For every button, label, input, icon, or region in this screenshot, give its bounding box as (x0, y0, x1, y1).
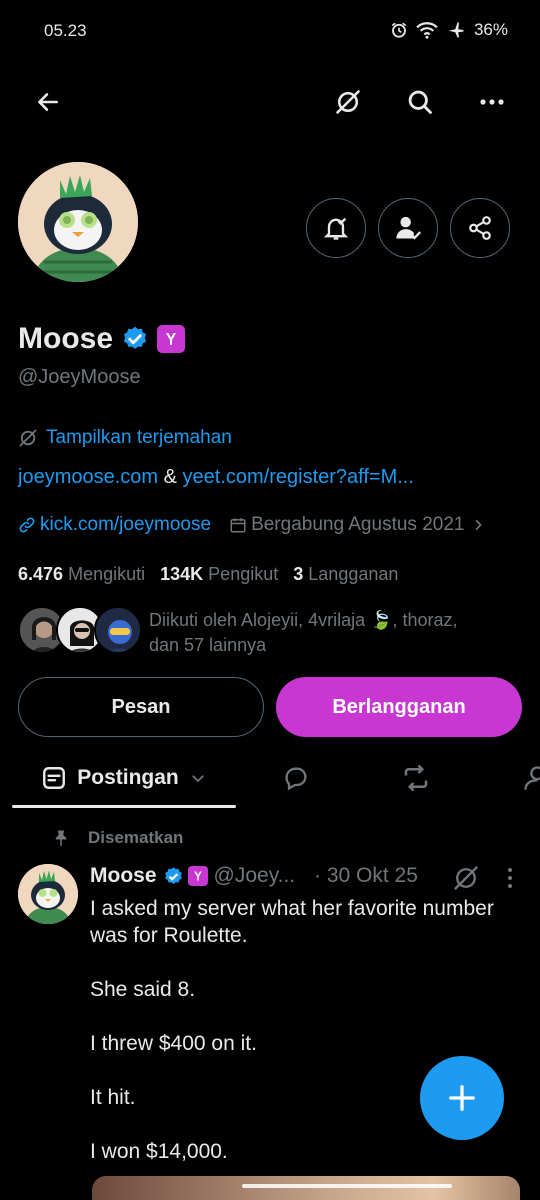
message-button[interactable]: Pesan (18, 677, 264, 737)
follow-status-button[interactable] (378, 198, 438, 258)
bio-link-yeet[interactable]: yeet.com/register?aff=M... (183, 466, 414, 488)
top-nav (0, 72, 540, 132)
display-name: Moose (18, 322, 114, 355)
profile-avatar[interactable] (18, 162, 138, 282)
grok-icon (336, 90, 360, 114)
followed-by-text: Diikuti oleh Alojeyii, 4vrilaja 🍃, thora… (149, 608, 458, 658)
tab-people[interactable] (518, 760, 540, 796)
alarm-icon (391, 22, 407, 38)
share-button[interactable] (450, 198, 510, 258)
subs-label: Langganan (308, 564, 399, 584)
active-tab-indicator (12, 805, 236, 808)
bio-ampersand: & (158, 466, 183, 488)
post-author[interactable]: Moose (90, 864, 157, 888)
profile-stats: 6.476 Mengikuti 134K Pengikut 3 Langgana… (18, 564, 398, 585)
followed-by-more: dan 57 lainnya (149, 635, 267, 655)
followers-stat[interactable]: 134K Pengikut (160, 564, 278, 584)
post-handle[interactable]: @Joey... (214, 864, 296, 888)
link-icon (19, 517, 35, 533)
post-header: Moose @Joey... (90, 864, 295, 888)
tab-reposts[interactable] (398, 760, 434, 796)
bell-check-icon (323, 217, 349, 240)
wifi-icon (416, 22, 438, 39)
joined-date: Bergabung Agustus 2021 (251, 514, 465, 535)
airplane-icon (448, 22, 464, 38)
status-bar: 05.23 36% (0, 0, 540, 62)
translate-icon (19, 429, 37, 447)
name-row: Moose (18, 322, 186, 356)
post-body: I asked my server what her favorite numb… (90, 895, 510, 1192)
post-media[interactable] (92, 1176, 520, 1200)
profile-bio: joeymoose.com & yeet.com/register?aff=M.… (18, 466, 414, 489)
post-date[interactable]: · 30 Okt 25 (314, 864, 418, 888)
post-line: She said 8. (90, 978, 196, 1001)
person-check-icon (396, 216, 422, 240)
translate-link[interactable]: Tampilkan terjemahan (18, 427, 232, 449)
pinned-indicator: Disematkan (52, 828, 183, 848)
followers-count: 134K (160, 564, 204, 584)
followed-by-emoji: 🍃 (370, 610, 393, 630)
search-button[interactable] (400, 82, 440, 122)
more-button[interactable] (472, 82, 512, 122)
website-link[interactable]: kick.com/joeymoose (40, 514, 211, 536)
share-icon (469, 216, 491, 240)
post-line: I threw $400 on it. (90, 1032, 257, 1055)
follower-avatar-3 (94, 606, 142, 654)
search-icon (408, 90, 432, 114)
status-time: 05.23 (44, 21, 87, 40)
profile-tabs: Postingan (0, 748, 540, 808)
subs-count: 3 (293, 564, 304, 584)
post-line: I won $14,000. (90, 1140, 228, 1163)
calendar-icon (230, 518, 246, 533)
subscriber-badge-icon[interactable] (157, 325, 186, 353)
compose-button[interactable] (420, 1056, 504, 1140)
subscriptions-stat[interactable]: 3 Langganan (293, 564, 398, 584)
verified-badge-icon (164, 866, 182, 884)
plus-icon (449, 1085, 475, 1111)
followed-by-suffix: , thoraz, (392, 610, 458, 630)
back-arrow-icon (38, 93, 58, 111)
following-count: 6.476 (18, 564, 64, 584)
reply-icon (285, 767, 307, 791)
chevron-down-icon (191, 775, 204, 783)
post-avatar[interactable] (18, 864, 78, 924)
grok-icon[interactable] (452, 864, 480, 892)
pinned-label: Disematkan (88, 828, 184, 847)
back-button[interactable] (28, 82, 68, 122)
grok-button[interactable] (328, 82, 368, 122)
profile-handle: @JoeyMoose (18, 366, 141, 388)
tab-replies[interactable] (278, 760, 314, 796)
subscribe-button[interactable]: Berlangganan (276, 677, 522, 737)
profile-meta: kick.com/joeymoose Bergabung Agustus 202… (18, 514, 486, 536)
followed-by[interactable]: Diikuti oleh Alojeyii, 4vrilaja 🍃, thora… (18, 606, 528, 660)
status-icons: 36% (390, 20, 508, 40)
repost-icon (404, 764, 428, 792)
translate-label: Tampilkan terjemahan (46, 427, 232, 448)
following-stat[interactable]: 6.476 Mengikuti (18, 564, 145, 584)
more-icon (480, 99, 504, 105)
tab-posts[interactable]: Postingan (12, 748, 236, 808)
post-more-icon[interactable] (500, 866, 520, 890)
followed-by-prefix: Diikuti oleh Alojeyii, 4vrilaja (149, 610, 371, 630)
chevron-right-icon[interactable] (470, 517, 486, 533)
battery-level: 36% (473, 20, 508, 39)
person-icon (524, 766, 540, 790)
penguin-avatar-small (18, 864, 78, 924)
media-overlay-bar (242, 1184, 452, 1188)
tab-posts-label: Postingan (77, 766, 179, 789)
following-label: Mengikuti (68, 564, 146, 584)
pin-icon (55, 830, 67, 847)
list-icon (43, 767, 66, 789)
subscriber-badge-icon (187, 866, 208, 886)
verified-badge-icon[interactable] (121, 325, 149, 353)
bio-link-joeymoose[interactable]: joeymoose.com (18, 466, 158, 488)
post-line: I asked my server what her favorite numb… (90, 897, 494, 947)
followers-label: Pengikut (208, 564, 279, 584)
notify-button[interactable] (306, 198, 366, 258)
penguin-avatar-image (18, 162, 138, 282)
